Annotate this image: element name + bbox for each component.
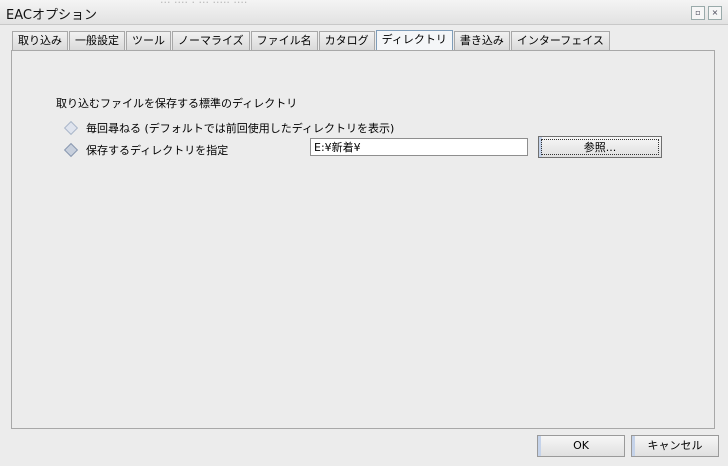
options-window: ... .... . ... ..... .... EACオプション ▫ × 取… [0,0,728,466]
default-directory-label: 取り込むファイルを保存する標準のディレクトリ [56,97,298,110]
button-edge [538,436,541,456]
ask-every-time-option[interactable]: 毎回尋ねる (デフォルトでは前回使用したディレクトリを表示) [63,120,395,136]
tab-directories[interactable]: ディレクトリ [375,30,453,50]
restore-icon[interactable]: ▫ [691,6,705,20]
browse-button-label: 参照... [541,139,659,155]
radio-selected-icon[interactable] [63,142,79,158]
tab-write[interactable]: 書き込み [453,31,510,50]
ok-button-label: OK [573,439,589,452]
radio-unselected-icon[interactable] [63,120,79,136]
ask-every-time-label: 毎回尋ねる (デフォルトでは前回使用したディレクトリを表示) [86,122,395,135]
cancel-button-label: キャンセル [647,439,703,452]
window-title: EACオプション [6,8,97,23]
specify-directory-option[interactable]: 保存するディレクトリを指定 [63,142,229,158]
tab-rip[interactable]: 取り込み [12,31,68,50]
tab-catalog[interactable]: カタログ [318,31,375,50]
browse-button[interactable]: 参照... [538,136,662,158]
background-window-text: ... .... . ... ..... .... [160,0,247,6]
button-edge [632,436,635,456]
tab-normalize[interactable]: ノーマライズ [172,31,250,50]
tab-tools[interactable]: ツール [126,31,171,50]
title-bar: ... .... . ... ..... .... EACオプション ▫ × [0,0,728,25]
directory-path-input[interactable] [310,138,528,156]
tab-bar: 取り込み 一般設定 ツール ノーマライズ ファイル名 カタログ ディレクトリ 書… [12,30,611,51]
ok-button[interactable]: OK [537,435,625,457]
specify-directory-label: 保存するディレクトリを指定 [86,144,229,157]
cancel-button[interactable]: キャンセル [631,435,719,457]
tab-filename[interactable]: ファイル名 [250,31,318,50]
close-icon[interactable]: × [708,6,722,20]
tab-interface[interactable]: インターフェイス [510,31,610,50]
tab-general[interactable]: 一般設定 [69,31,125,50]
